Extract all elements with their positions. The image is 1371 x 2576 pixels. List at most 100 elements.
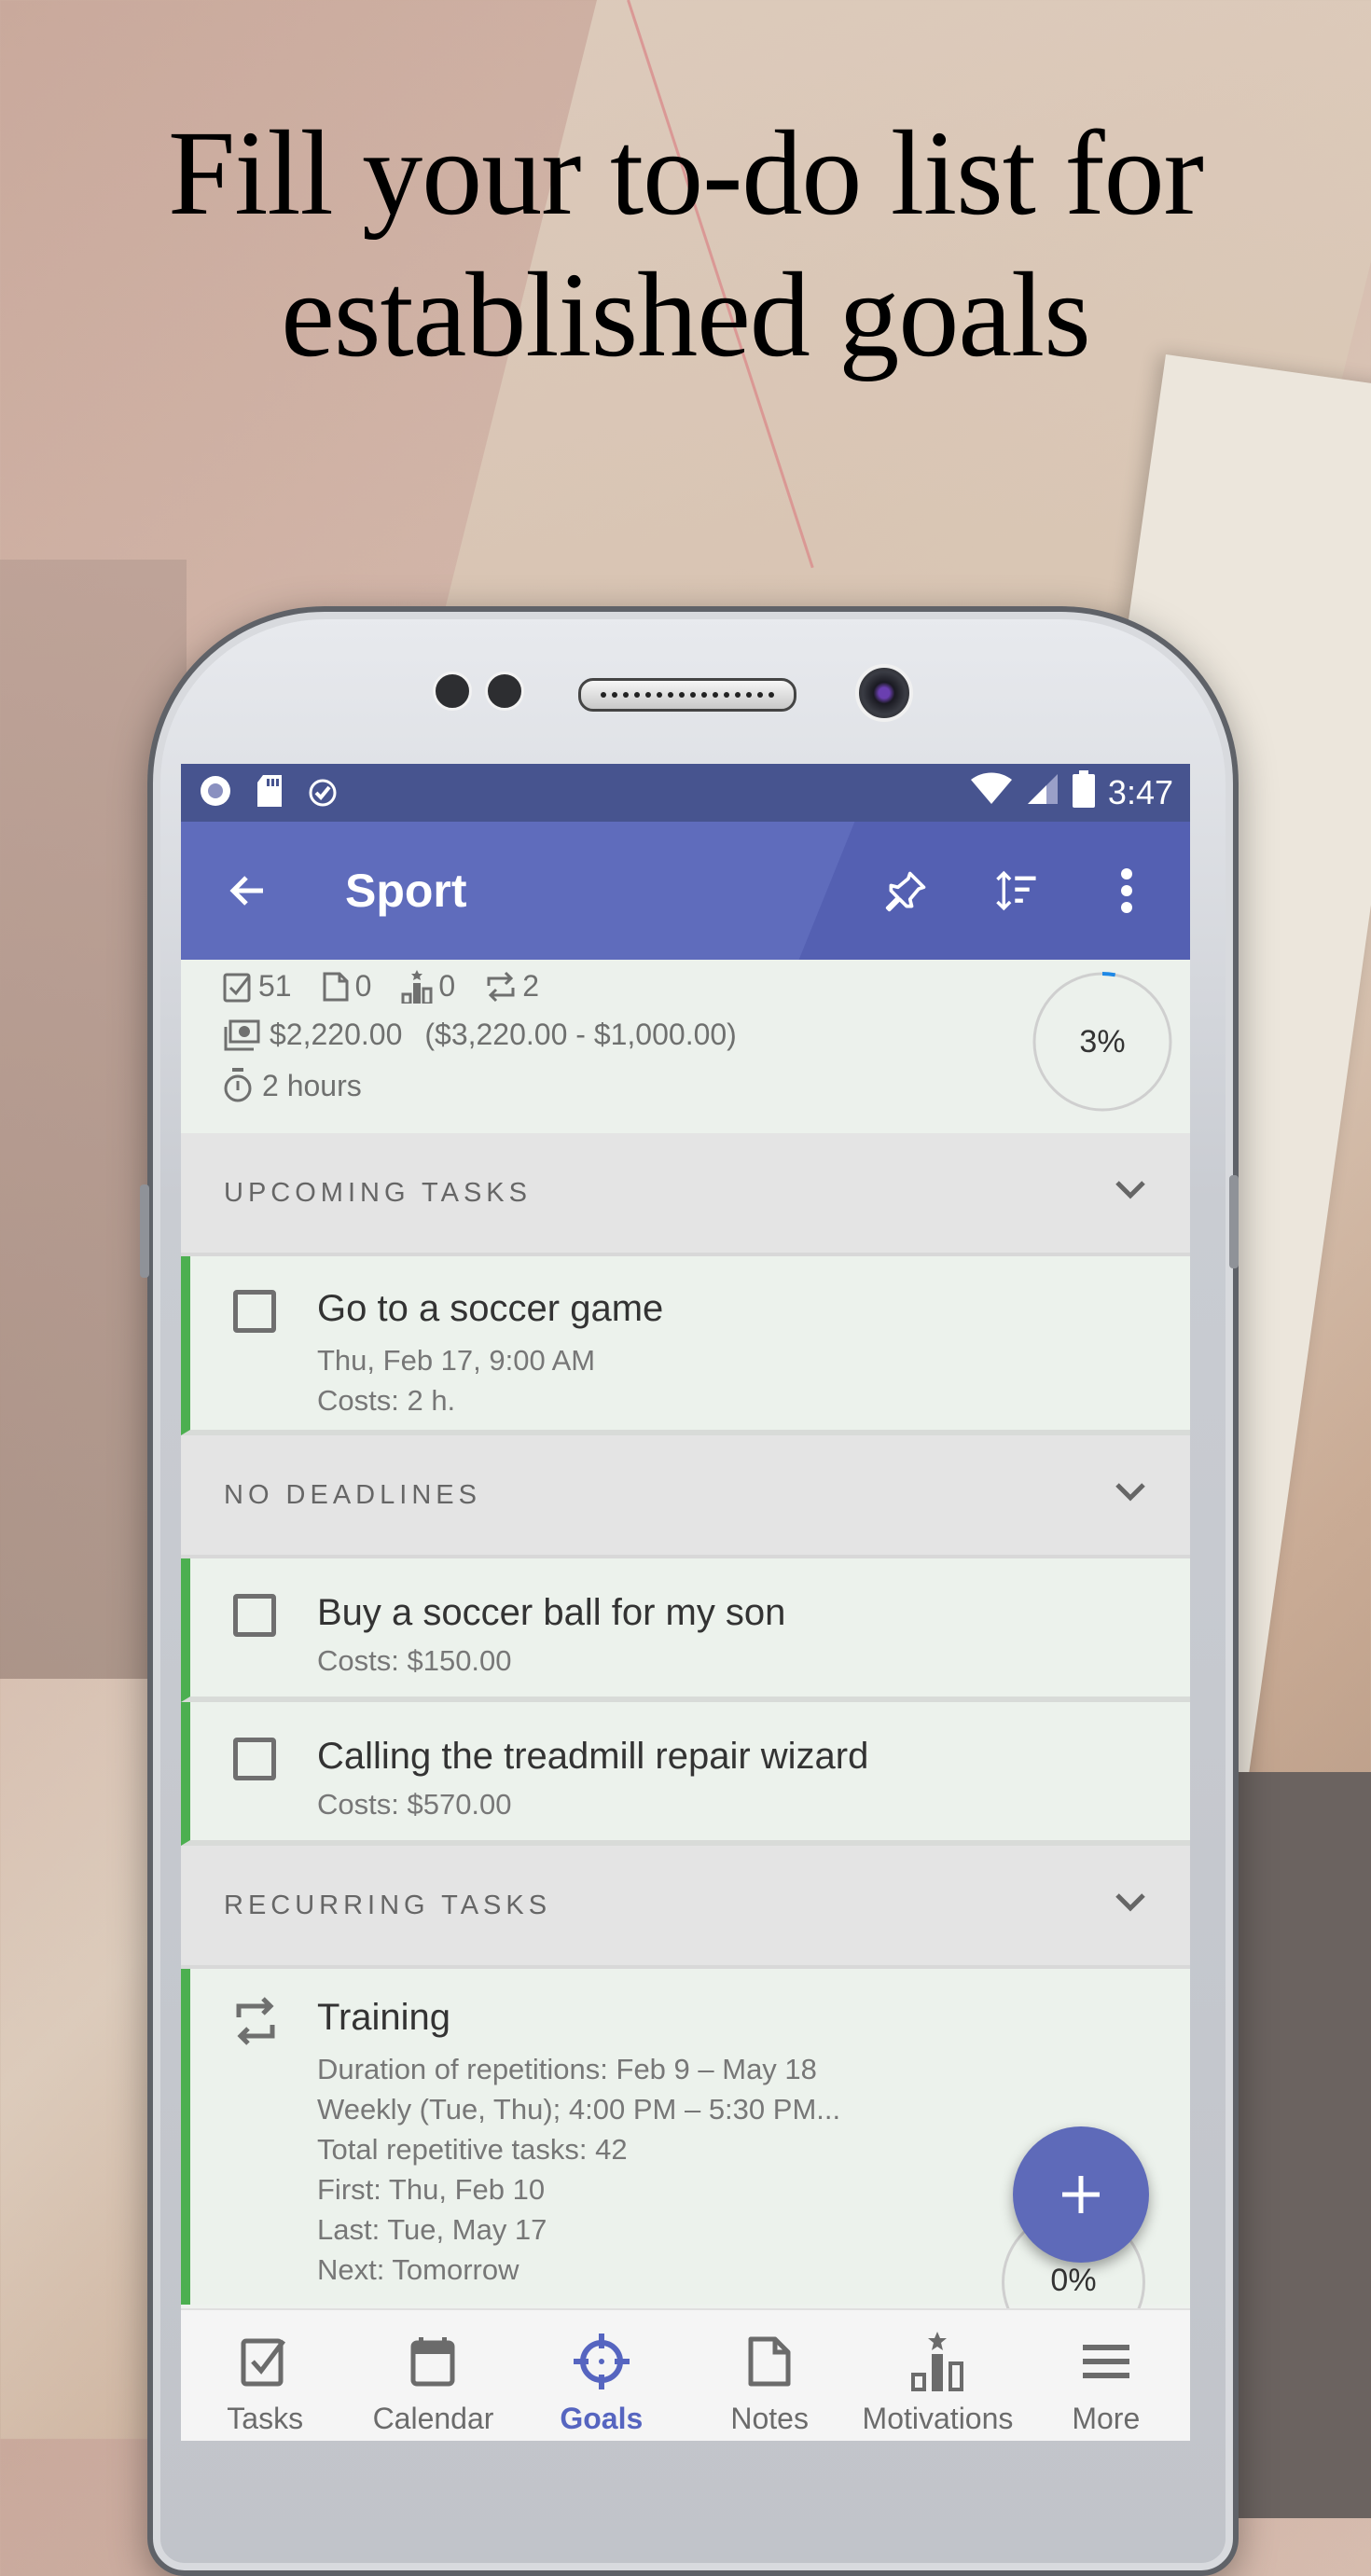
money-row: $2,220.00 ($3,220.00 - $1,000.00) — [223, 1018, 737, 1052]
record-icon — [198, 773, 233, 813]
nav-label: More — [1072, 2402, 1141, 2435]
pin-icon — [885, 871, 926, 912]
task-title: Calling the treadmill repair wizard — [317, 1736, 869, 1777]
nav-label: Tasks — [227, 2402, 304, 2435]
section-recurring-tasks[interactable]: RECURRING TASKS — [181, 1846, 1190, 1969]
light-sensor — [485, 672, 524, 711]
task-item[interactable]: Buy a soccer ball for my son Costs: $150… — [181, 1558, 1190, 1702]
nav-calendar[interactable]: Calendar — [349, 2310, 517, 2441]
recurrence-last: Last: Tue, May 17 — [317, 2213, 547, 2246]
recurrence-total: Total repetitive tasks: 42 — [317, 2133, 628, 2166]
goal-summary: 51 0 0 2 $2,220.00 ($3,220.00 - $1,000.0… — [181, 960, 1190, 1133]
target-icon — [569, 2329, 634, 2394]
recurring-progress-label: 0% — [1050, 2263, 1097, 2298]
status-time: 3:47 — [1107, 773, 1173, 811]
task-date: Thu, Feb 17, 9:00 AM — [317, 1344, 596, 1377]
money-total: $2,220.00 — [270, 1018, 403, 1051]
section-title: RECURRING TASKS — [224, 1890, 552, 1920]
sort-icon — [996, 870, 1036, 911]
time-total: 2 hours — [262, 1068, 362, 1102]
wifi-icon — [970, 772, 1013, 814]
plus-icon — [1062, 2176, 1100, 2213]
task-item[interactable]: Go to a soccer game Thu, Feb 17, 9:00 AM… — [181, 1256, 1190, 1435]
headline-line-1: Fill your to-do list for — [168, 106, 1204, 241]
task-checkbox[interactable] — [233, 1290, 276, 1333]
bottom-navigation: Tasks Calendar Goals Notes Motivations M… — [181, 2308, 1190, 2441]
promo-headline: Fill your to-do list for established goa… — [0, 103, 1371, 386]
podium-icon — [905, 2329, 970, 2394]
repeat-icon — [233, 1997, 278, 2050]
checkbox-icon — [232, 2329, 298, 2394]
tasks-count: 51 — [258, 969, 292, 1003]
recurring-stat: 2 — [485, 969, 539, 1004]
tasks-stat: 51 — [223, 969, 292, 1004]
task-item[interactable]: Calling the treadmill repair wizard Cost… — [181, 1702, 1190, 1846]
goal-progress-label: 3% — [1079, 1023, 1126, 1059]
back-button[interactable] — [226, 868, 270, 913]
goal-stats-row: 51 0 0 2 — [223, 969, 560, 1004]
notes-stat: 0 — [322, 969, 371, 1004]
money-icon — [224, 1019, 260, 1050]
more-options-button[interactable] — [1104, 868, 1149, 913]
podium-icon — [401, 969, 433, 1004]
nav-more[interactable]: More — [1022, 2310, 1190, 2441]
page-title: Sport — [345, 865, 467, 917]
status-bar: 3:47 — [181, 764, 1190, 822]
nav-label: Motivations — [862, 2402, 1014, 2435]
motivations-count: 0 — [438, 969, 456, 1003]
front-camera — [855, 664, 913, 722]
section-upcoming-tasks[interactable]: UPCOMING TASKS — [181, 1133, 1190, 1256]
proximity-sensor — [433, 672, 472, 711]
nav-motivations[interactable]: Motivations — [853, 2310, 1021, 2441]
chevron-down-icon[interactable] — [1114, 1480, 1147, 1511]
note-icon — [737, 2329, 802, 2394]
chevron-down-icon[interactable] — [1114, 1890, 1147, 1921]
sd-card-icon — [256, 773, 284, 813]
goal-progress-ring: 3% — [1032, 971, 1173, 1113]
task-cost: Costs: 2 h. — [317, 1384, 456, 1417]
phone-side-button-right — [1229, 1175, 1239, 1268]
note-icon — [323, 972, 349, 1001]
repeat-icon — [487, 971, 515, 1002]
pin-button[interactable] — [884, 868, 929, 913]
task-title: Go to a soccer game — [317, 1288, 664, 1329]
chevron-down-icon[interactable] — [1114, 1178, 1147, 1209]
add-task-button[interactable] — [1013, 2126, 1149, 2263]
calendar-icon — [400, 2329, 465, 2394]
task-title: Buy a soccer ball for my son — [317, 1592, 786, 1633]
task-title: Training — [317, 1997, 451, 2038]
task-cost: Costs: $570.00 — [317, 1788, 512, 1821]
nav-label: Calendar — [372, 2402, 494, 2435]
alarm-check-icon — [306, 772, 343, 814]
nav-notes[interactable]: Notes — [686, 2310, 853, 2441]
money-breakdown: ($3,220.00 - $1,000.00) — [424, 1018, 737, 1051]
more-vert-icon — [1121, 868, 1132, 913]
stopwatch-icon — [224, 1068, 252, 1102]
section-no-deadlines[interactable]: NO DEADLINES — [181, 1435, 1190, 1558]
headline-line-2: established goals — [281, 248, 1091, 382]
recurrence-schedule: Weekly (Tue, Thu); 4:00 PM – 5:30 PM... — [317, 2093, 841, 2126]
arrow-left-icon — [229, 876, 263, 906]
checkbox-icon — [223, 973, 251, 1002]
signal-icon — [1026, 772, 1059, 814]
section-title: UPCOMING TASKS — [224, 1177, 532, 1208]
nav-label: Goals — [560, 2402, 644, 2435]
nav-label: Notes — [730, 2402, 809, 2435]
nav-tasks[interactable]: Tasks — [181, 2310, 349, 2441]
nav-goals[interactable]: Goals — [518, 2310, 686, 2441]
task-cost: Costs: $150.00 — [317, 1644, 512, 1677]
recurrence-first: First: Thu, Feb 10 — [317, 2173, 546, 2206]
menu-icon — [1073, 2329, 1139, 2394]
task-checkbox[interactable] — [233, 1594, 276, 1637]
earpiece-speaker — [578, 678, 796, 712]
section-title: NO DEADLINES — [224, 1479, 481, 1510]
task-checkbox[interactable] — [233, 1738, 276, 1780]
time-row: 2 hours — [223, 1068, 362, 1103]
recurrence-next: Next: Tomorrow — [317, 2253, 519, 2286]
phone-side-button-left — [140, 1184, 149, 1278]
sort-button[interactable] — [994, 868, 1039, 913]
battery-icon — [1072, 769, 1095, 816]
app-bar: Sport — [181, 822, 1190, 960]
recurrence-duration: Duration of repetitions: Feb 9 – May 18 — [317, 2053, 817, 2085]
recurring-count: 2 — [522, 969, 539, 1003]
